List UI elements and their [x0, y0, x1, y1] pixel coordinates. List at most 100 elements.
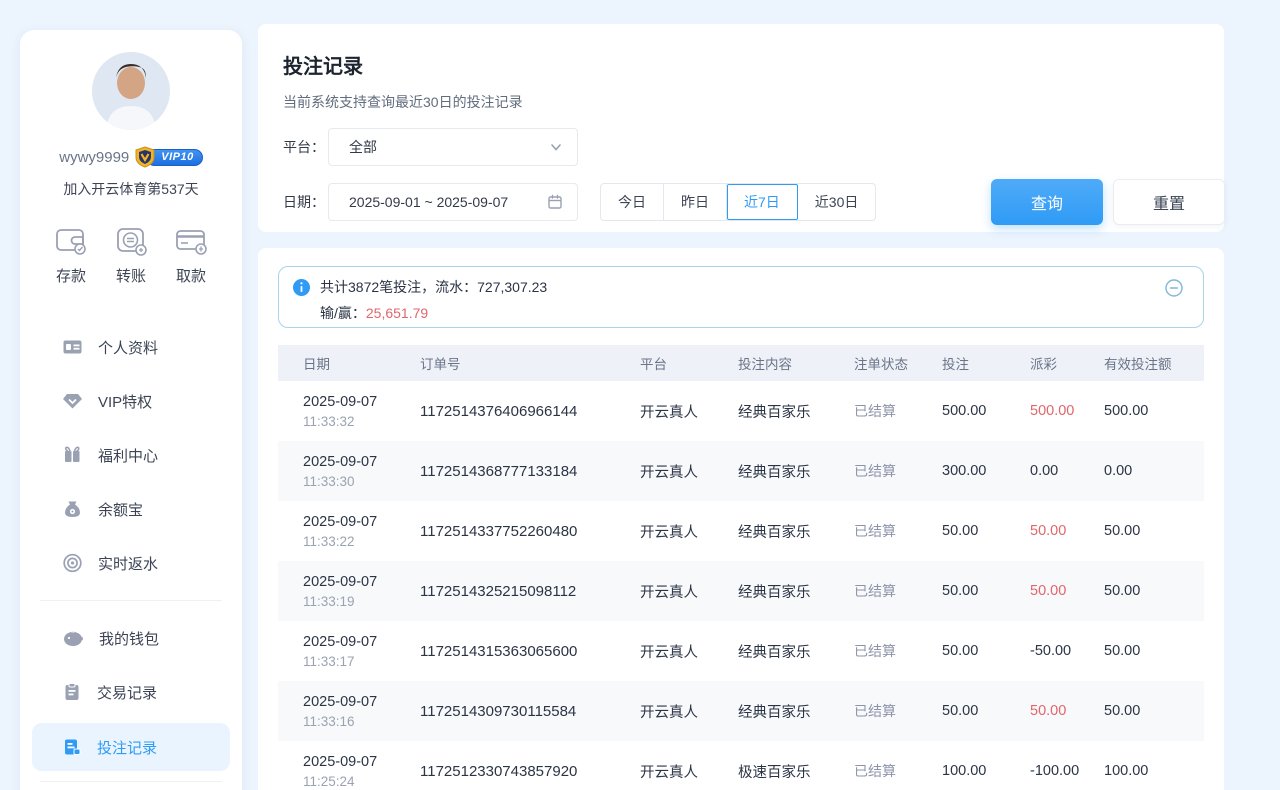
- table-row[interactable]: 2025-09-0711:33:22 1172514337752260480 开…: [278, 501, 1204, 561]
- cell-valid-amount: 50.00: [1104, 643, 1206, 659]
- cell-bet-amount: 50.00: [942, 703, 1030, 719]
- sidebar-item-label: 交易记录: [97, 682, 157, 703]
- cell-payout: 0.00: [1030, 463, 1104, 479]
- sidebar-item-clipboard[interactable]: 交易记录: [20, 665, 242, 719]
- cell-bet-content: 极速百家乐: [738, 761, 854, 782]
- bank-card-icon: [174, 225, 208, 257]
- cell-bet-content: 经典百家乐: [738, 521, 854, 542]
- cell-platform: 开云真人: [640, 581, 738, 602]
- cell-platform: 开云真人: [640, 521, 738, 542]
- table-header-row: 日期订单号平台投注内容注单状态投注派彩有效投注额: [278, 345, 1204, 381]
- column-header: 注单状态: [854, 353, 942, 373]
- search-button[interactable]: 查询: [991, 179, 1103, 225]
- sidebar-item-piggy-bank[interactable]: 我的钱包: [20, 611, 242, 665]
- sidebar-item-label: 个人资料: [98, 337, 158, 358]
- column-header: 派彩: [1030, 353, 1104, 373]
- sidebar-item-label: 实时返水: [98, 553, 158, 574]
- table-row[interactable]: 2025-09-0711:33:30 1172514368777133184 开…: [278, 441, 1204, 501]
- column-header: 投注: [942, 353, 1030, 373]
- cell-payout: 50.00: [1030, 703, 1104, 719]
- cell-valid-amount: 0.00: [1104, 463, 1206, 479]
- quick-action-label: 取款: [176, 265, 206, 286]
- sidebar-item-bet-record[interactable]: 投注记录: [32, 723, 230, 771]
- page-subtitle: 当前系统支持查询最近30日的投注记录: [283, 92, 1199, 112]
- id-card-icon: [62, 337, 83, 357]
- quick-actions: 存款 转账 取款: [20, 225, 242, 286]
- cell-order-number: 1172514309730115584: [420, 703, 640, 720]
- menu-divider: [40, 600, 222, 601]
- cell-bet-content: 经典百家乐: [738, 701, 854, 722]
- gift-icon: [62, 445, 83, 465]
- winloss-value: 25,651.79: [366, 305, 428, 321]
- cell-payout: -100.00: [1030, 763, 1104, 779]
- sidebar-item-label: 投注记录: [97, 737, 157, 758]
- cell-order-number: 1172512330743857920: [420, 763, 640, 780]
- platform-select[interactable]: 全部: [328, 128, 578, 166]
- winloss-label: 输/赢：: [320, 305, 366, 321]
- cell-bet-content: 经典百家乐: [738, 581, 854, 602]
- table-row[interactable]: 2025-09-0711:33:19 1172514325215098112 开…: [278, 561, 1204, 621]
- cell-bet-amount: 500.00: [942, 403, 1030, 419]
- quick-action-bank-card[interactable]: 取款: [174, 225, 208, 286]
- bet-records-table: 日期订单号平台投注内容注单状态投注派彩有效投注额 2025-09-0711:33…: [278, 345, 1204, 790]
- date-range-input[interactable]: 2025-09-01 ~ 2025-09-07: [328, 183, 578, 221]
- table-row[interactable]: 2025-09-0711:25:24 1172512330743857920 开…: [278, 741, 1204, 790]
- clipboard-icon: [62, 682, 82, 702]
- cell-valid-amount: 100.00: [1104, 763, 1206, 779]
- cell-bet-amount: 300.00: [942, 463, 1030, 479]
- sidebar-item-label: 福利中心: [98, 445, 158, 466]
- chevron-down-icon: [549, 140, 563, 154]
- page-title: 投注记录: [283, 50, 1199, 79]
- collapse-summary-icon[interactable]: [1165, 279, 1183, 297]
- column-header: 日期: [278, 353, 420, 373]
- sidebar-item-id-card[interactable]: 个人资料: [20, 320, 242, 374]
- summary-line2: 输/赢：25,651.79: [320, 303, 1163, 323]
- range-button[interactable]: 近7日: [727, 184, 798, 220]
- date-range-value: 2025-09-01 ~ 2025-09-07: [349, 194, 547, 210]
- summary-box: 共计3872笔投注，流水：727,307.23 输/赢：25,651.79: [278, 266, 1204, 328]
- user-row: wywy9999 VIP10: [20, 146, 242, 168]
- cell-bet-amount: 100.00: [942, 763, 1030, 779]
- cell-date: 2025-09-0711:33:17: [278, 632, 420, 671]
- date-label: 日期：: [283, 192, 328, 212]
- cell-payout: -50.00: [1030, 643, 1104, 659]
- sidebar-item-gift[interactable]: 福利中心: [20, 428, 242, 482]
- cell-platform: 开云真人: [640, 401, 738, 422]
- reset-button[interactable]: 重置: [1113, 179, 1225, 225]
- table-row[interactable]: 2025-09-0711:33:17 1172514315363065600 开…: [278, 621, 1204, 681]
- cell-status: 已结算: [854, 581, 942, 601]
- cell-status: 已结算: [854, 521, 942, 541]
- sidebar-menu: 个人资料 VIP特权 福利中心 余额宝 实时返水 我的钱包 交易记录 投注记录: [20, 320, 242, 782]
- summary-line1: 共计3872笔投注，流水：727,307.23: [293, 277, 1163, 297]
- calendar-icon: [547, 194, 563, 210]
- sidebar-item-diamond[interactable]: VIP特权: [20, 374, 242, 428]
- range-button[interactable]: 今日: [601, 184, 664, 220]
- avatar[interactable]: [92, 52, 170, 130]
- column-header: 投注内容: [738, 353, 854, 373]
- cell-bet-amount: 50.00: [942, 643, 1030, 659]
- bet-record-icon: [62, 737, 82, 757]
- sidebar-item-rebate[interactable]: 实时返水: [20, 536, 242, 590]
- betting-records-page: wywy9999 VIP10 加入开云体育第537天 存款 转账: [0, 0, 1280, 790]
- cell-order-number: 1172514337752260480: [420, 523, 640, 540]
- platform-row: 平台： 全部: [283, 128, 1199, 166]
- cell-date: 2025-09-0711:33:30: [278, 452, 420, 491]
- range-button[interactable]: 近30日: [798, 184, 876, 220]
- sidebar-item-label: 余额宝: [98, 499, 143, 520]
- table-row[interactable]: 2025-09-0711:33:32 1172514376406966144 开…: [278, 381, 1204, 441]
- info-icon: [293, 279, 310, 296]
- cell-bet-content: 经典百家乐: [738, 641, 854, 662]
- records-card: 共计3872笔投注，流水：727,307.23 输/赢：25,651.79 日期…: [258, 248, 1224, 790]
- cell-order-number: 1172514368777133184: [420, 463, 640, 480]
- cell-status: 已结算: [854, 461, 942, 481]
- cell-payout: 500.00: [1030, 403, 1104, 419]
- cell-date: 2025-09-0711:33:22: [278, 512, 420, 551]
- cell-date: 2025-09-0711:33:19: [278, 572, 420, 611]
- range-button[interactable]: 昨日: [664, 184, 727, 220]
- cell-order-number: 1172514376406966144: [420, 403, 640, 420]
- table-body: 2025-09-0711:33:32 1172514376406966144 开…: [278, 381, 1204, 790]
- quick-action-wallet[interactable]: 存款: [54, 225, 88, 286]
- quick-action-transfer[interactable]: 转账: [114, 225, 148, 286]
- table-row[interactable]: 2025-09-0711:33:16 1172514309730115584 开…: [278, 681, 1204, 741]
- sidebar-item-moneybag[interactable]: 余额宝: [20, 482, 242, 536]
